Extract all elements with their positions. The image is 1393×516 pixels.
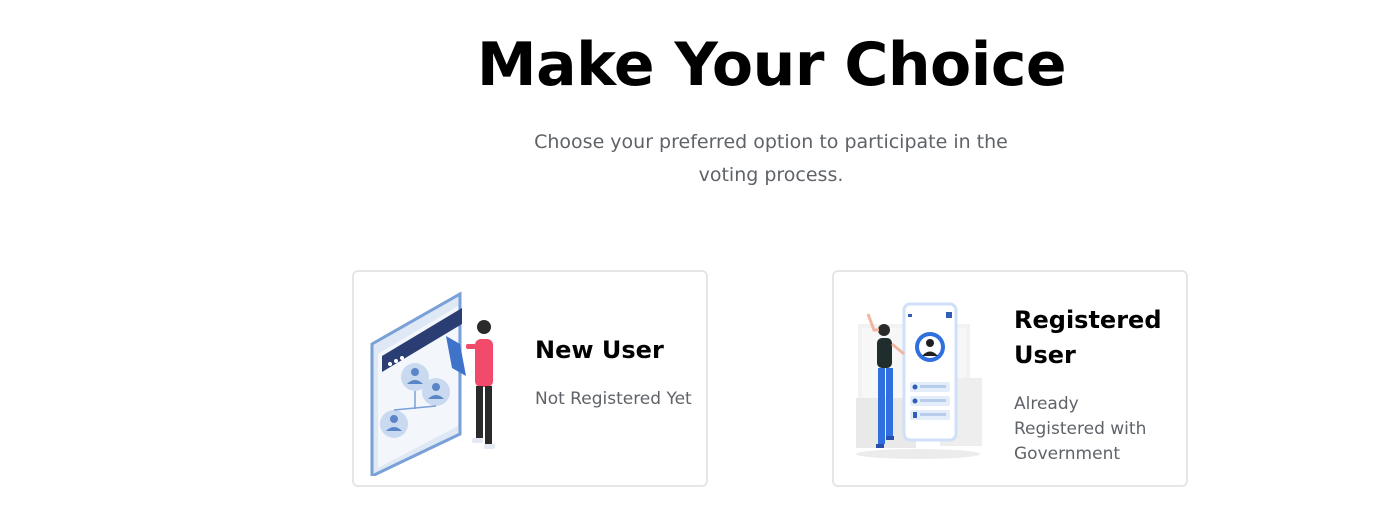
registered-user-description: Already Registered with Government <box>1014 394 1147 464</box>
voting-board-illustration <box>370 291 495 476</box>
page-subtitle: Choose your preferred option to particip… <box>534 131 1008 186</box>
new-user-description: Not Registered Yet <box>535 389 692 409</box>
new-user-card[interactable]: New User Not Registered Yet <box>352 270 708 487</box>
choice-page: Make Your Choice Choose your preferred o… <box>0 0 1393 516</box>
new-user-title: New User <box>535 336 664 364</box>
page-title: Make Your Choice <box>476 30 1067 100</box>
phone-profile-illustration <box>856 302 982 459</box>
registered-user-title: Registered User <box>1014 306 1162 369</box>
registered-user-card[interactable]: Registered User Already Registered with … <box>832 270 1188 487</box>
